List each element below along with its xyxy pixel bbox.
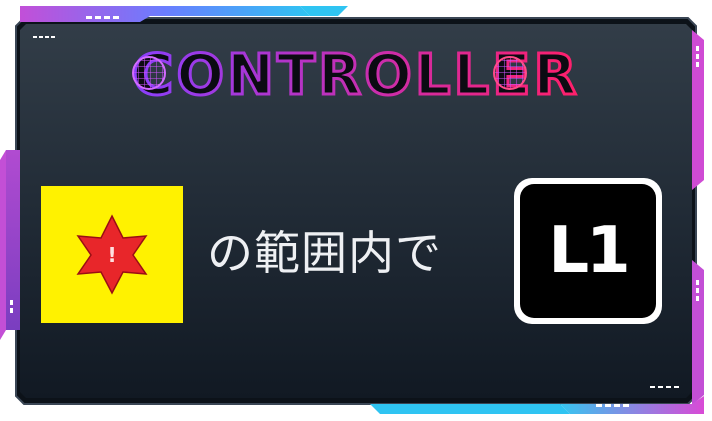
frame-accent-bottom [370,404,570,414]
title-banner: CONTROLLER [96,36,616,112]
warning-star-icon: ! [76,214,148,295]
title-logo: CONTROLLER [131,42,578,110]
l1-button-icon: L1 [512,176,664,326]
warning-mark: ! [107,243,116,267]
title-grid-ball-1 [132,56,166,90]
instruction-text: の範囲内で [207,226,442,280]
frame-accent-left [0,150,6,340]
warning-card: ! [41,186,183,323]
title-grid-ball-2 [493,56,527,90]
key-label: L1 [548,214,630,288]
